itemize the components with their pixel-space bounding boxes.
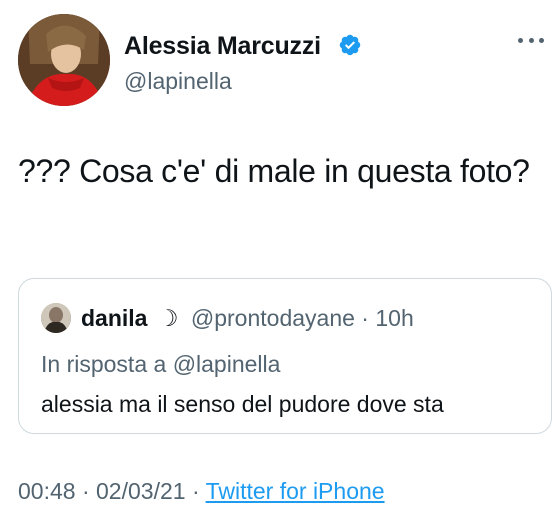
author-avatar[interactable]	[18, 14, 110, 106]
quoted-tweet-card[interactable]: danila ☽ @prontodayane · 10h In risposta…	[18, 278, 552, 434]
reply-context: In risposta a @lapinella	[41, 351, 280, 378]
author-name[interactable]: Alessia Marcuzzi	[124, 32, 321, 61]
separator-dot: ·	[191, 478, 200, 504]
tweet-source-link[interactable]: Twitter for iPhone	[206, 478, 385, 504]
verified-badge-icon	[339, 34, 361, 56]
tweet-metadata: 00:48 · 02/03/21 · Twitter for iPhone	[18, 478, 385, 505]
quote-timestamp[interactable]: 10h	[375, 305, 413, 331]
moon-icon: ☽	[157, 305, 179, 331]
tweet: Alessia Marcuzzi @lapinella ??? Cosa c'e…	[0, 0, 560, 514]
more-dot	[539, 37, 544, 43]
separator-dot: ·	[361, 305, 369, 331]
quote-header: danila ☽ @prontodayane · 10h	[81, 305, 414, 332]
quote-author-avatar[interactable]	[41, 303, 71, 333]
quote-text: alessia ma il senso del pudore dove sta	[41, 391, 444, 417]
tweet-text: ??? Cosa c'e' di male in questa foto?	[18, 153, 530, 189]
more-icon[interactable]	[516, 30, 546, 50]
reply-mention[interactable]: @lapinella	[173, 351, 281, 377]
tweet-time[interactable]: 00:48	[18, 478, 76, 504]
quote-author-handle[interactable]: @prontodayane	[191, 305, 355, 331]
reply-prefix: In risposta a	[41, 351, 167, 377]
quote-author-name[interactable]: danila	[81, 305, 147, 331]
author-handle[interactable]: @lapinella	[124, 68, 232, 95]
more-dot	[528, 37, 534, 43]
separator-dot: ·	[81, 478, 90, 504]
more-dot	[518, 37, 523, 43]
tweet-date[interactable]: 02/03/21	[96, 478, 186, 504]
